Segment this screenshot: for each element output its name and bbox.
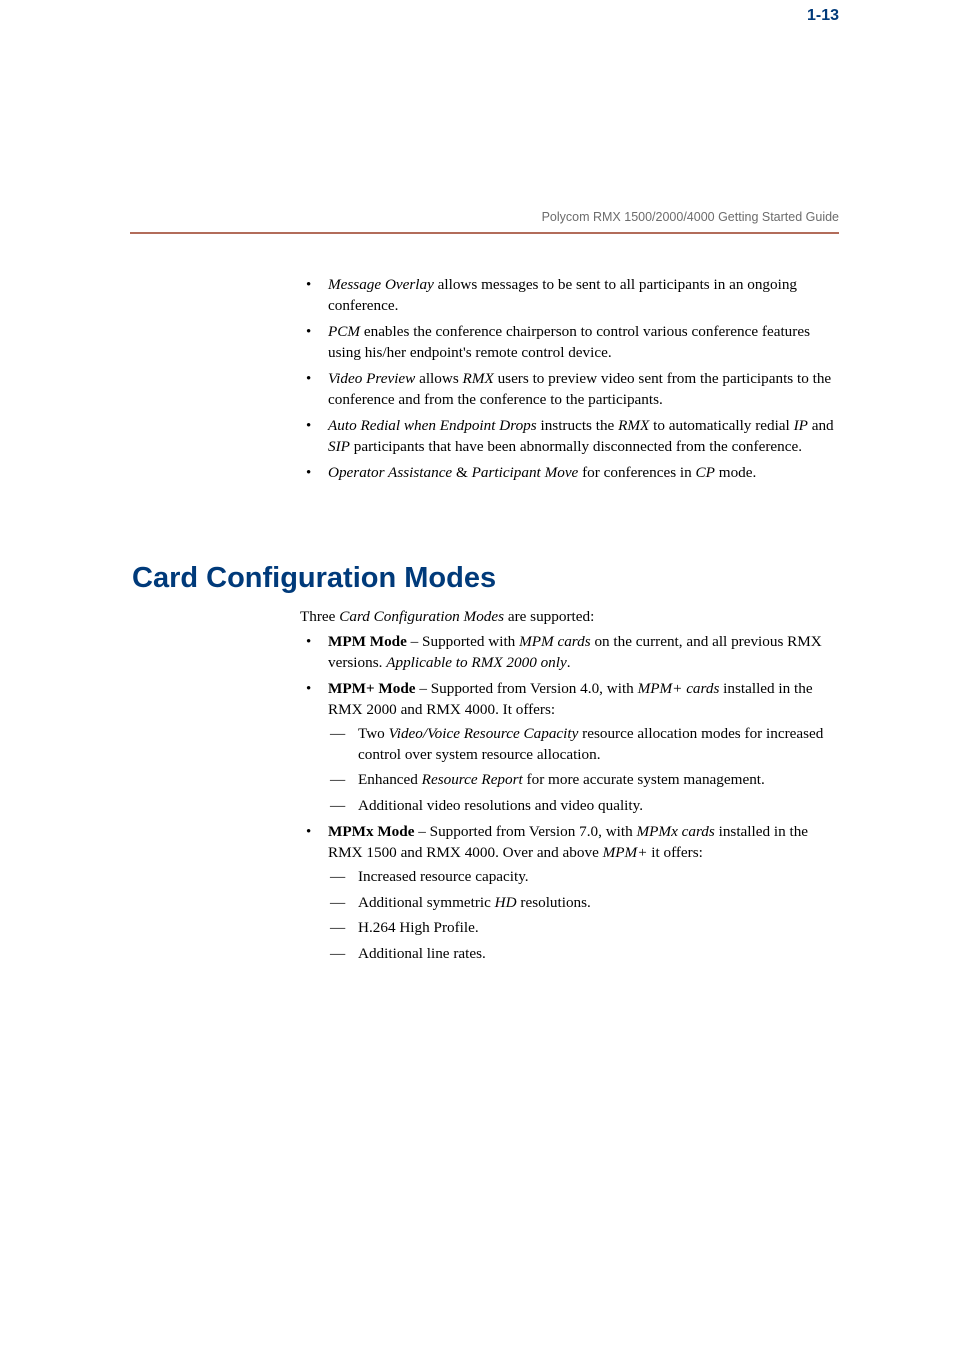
product-name: RMX: [618, 417, 649, 434]
text: Three: [300, 608, 339, 625]
term: Video/Voice Resource Capacity: [389, 725, 579, 742]
sub-item: Additional symmetric HD resolutions.: [328, 893, 839, 914]
section-heading: Card Configuration Modes: [132, 562, 496, 595]
list-item: Message Overlay allows messages to be se…: [300, 275, 839, 316]
text: to automatically redial: [649, 417, 793, 434]
feature-name: PCM: [328, 323, 360, 340]
text: for more accurate system management.: [523, 771, 765, 788]
list-item: Operator Assistance & Participant Move f…: [300, 463, 839, 484]
feature-list: Message Overlay allows messages to be se…: [300, 275, 839, 484]
note: Applicable to RMX 2000 only: [386, 654, 567, 671]
term: MPMx cards: [637, 823, 715, 840]
term: MPM+ cards: [638, 680, 720, 697]
text: allows: [415, 370, 462, 387]
text: it offers:: [647, 844, 702, 861]
text: – Supported with: [407, 633, 519, 650]
list-item: PCM enables the conference chairperson t…: [300, 322, 839, 363]
header-rule: [130, 232, 839, 234]
mode-name: MPMx Mode: [328, 823, 414, 840]
mode-list: MPM Mode – Supported with MPM cards on t…: [300, 632, 839, 964]
sub-item: Enhanced Resource Report for more accura…: [328, 770, 839, 791]
text: for conferences in: [578, 464, 695, 481]
text: Enhanced: [358, 771, 422, 788]
feature-name: Operator Assistance: [328, 464, 452, 481]
mode-name: MPM Mode: [328, 633, 407, 650]
sub-item: Two Video/Voice Resource Capacity resour…: [328, 724, 839, 765]
term: MPM+: [603, 844, 648, 861]
intro-text: Three Card Configuration Modes are suppo…: [300, 608, 839, 626]
list-item: MPMx Mode – Supported from Version 7.0, …: [300, 822, 839, 964]
term: IP: [794, 417, 808, 434]
text: .: [567, 654, 571, 671]
text: and: [808, 417, 834, 434]
text: instructs the: [537, 417, 618, 434]
text: – Supported from Version 7.0, with: [414, 823, 636, 840]
term: SIP: [328, 438, 350, 455]
list-item: MPM Mode – Supported with MPM cards on t…: [300, 632, 839, 673]
sub-item: Additional line rates.: [328, 944, 839, 965]
term: HD: [495, 894, 517, 911]
sub-item: Additional video resolutions and video q…: [328, 796, 839, 817]
sub-list: Increased resource capacity. Additional …: [328, 867, 839, 964]
sub-list: Two Video/Voice Resource Capacity resour…: [328, 724, 839, 816]
product-name: RMX: [463, 370, 494, 387]
list-item: Video Preview allows RMX users to previe…: [300, 369, 839, 410]
top-bullet-block: Message Overlay allows messages to be se…: [300, 275, 839, 490]
feature-name: Participant Move: [472, 464, 579, 481]
text: – Supported from Version 4.0, with: [416, 680, 638, 697]
sub-item: H.264 High Profile.: [328, 918, 839, 939]
term: Resource Report: [422, 771, 523, 788]
text: Two: [358, 725, 389, 742]
term: CP: [696, 464, 715, 481]
feature-name: Message Overlay: [328, 276, 434, 293]
running-header: Polycom RMX 1500/2000/4000 Getting Start…: [542, 210, 839, 224]
feature-name: Auto Redial when Endpoint Drops: [328, 417, 537, 434]
sub-item: Increased resource capacity.: [328, 867, 839, 888]
text: resolutions.: [517, 894, 591, 911]
feature-desc: participants that have been abnormally d…: [350, 438, 802, 455]
list-item: Auto Redial when Endpoint Drops instruct…: [300, 416, 839, 457]
feature-name: Video Preview: [328, 370, 415, 387]
text: Additional symmetric: [358, 894, 495, 911]
text: &: [452, 464, 471, 481]
feature-desc: enables the conference chairperson to co…: [328, 323, 810, 361]
section-body: Three Card Configuration Modes are suppo…: [300, 608, 839, 970]
text: are supported:: [504, 608, 594, 625]
text: mode.: [715, 464, 756, 481]
mode-name: MPM+ Mode: [328, 680, 416, 697]
list-item: MPM+ Mode – Supported from Version 4.0, …: [300, 679, 839, 816]
page-container: Polycom RMX 1500/2000/4000 Getting Start…: [0, 0, 954, 210]
term: Card Configuration Modes: [339, 608, 504, 625]
page-number: 1-13: [807, 7, 839, 25]
term: MPM cards: [519, 633, 591, 650]
